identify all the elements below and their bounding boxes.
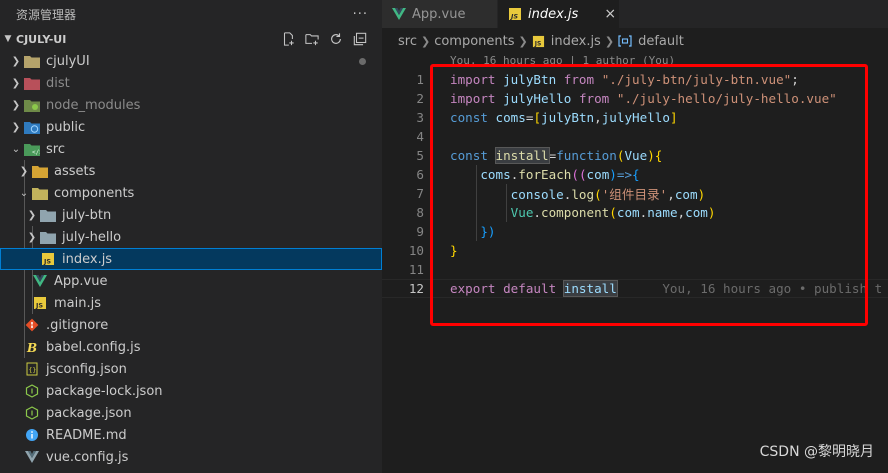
chevron-down-icon: ⌄ [19, 187, 29, 199]
vue-file-icon [392, 8, 406, 20]
vue-file-icon [32, 273, 48, 289]
workspace-title: CJULY-UI [16, 32, 67, 46]
editor-tabs: App.vue JS index.js × [382, 0, 888, 28]
folder-src-icon: </> [24, 141, 40, 157]
chevron-right-icon: ❯ [604, 34, 615, 48]
tree-item-jsconfig[interactable]: {} jsconfig.json [0, 358, 382, 380]
folder-node-icon [24, 97, 40, 113]
chevron-right-icon: ❯ [518, 34, 528, 48]
breadcrumb-src[interactable]: src [398, 34, 417, 49]
tree-item-package-lock[interactable]: package-lock.json [0, 380, 382, 402]
tree-item-gitignore[interactable]: .gitignore [0, 314, 382, 336]
chevron-right-icon: ❯ [11, 77, 21, 89]
tree-item-readme[interactable]: README.md [0, 424, 382, 446]
js-file-icon: JS [532, 35, 545, 48]
tree-item-vue-config[interactable]: vue.config.js [0, 446, 382, 468]
js-file-icon: JS [508, 7, 522, 21]
new-folder-icon[interactable] [304, 31, 320, 47]
svg-text:{}: {} [29, 366, 37, 374]
explorer-header: 资源管理器 ··· [0, 0, 382, 28]
more-actions-icon[interactable]: ··· [353, 7, 368, 22]
js-file-icon: JS [40, 251, 56, 267]
chevron-right-icon: ❯ [420, 34, 431, 48]
watermark: CSDN @黎明晓月 [759, 444, 874, 460]
svg-text:JS: JS [509, 13, 518, 21]
tree-item-july-hello[interactable]: ❯ july-hello [0, 226, 382, 248]
tree-item-dist[interactable]: ❯ dist [0, 72, 382, 94]
tree-item-main-js[interactable]: JS main.js [0, 292, 382, 314]
breadcrumb: src ❯ components ❯ JS index.js ❯ default [382, 28, 888, 54]
tree-item-index-js[interactable]: JS index.js [0, 248, 382, 270]
tree-item-babel-config[interactable]: B babel.config.js [0, 336, 382, 358]
workspace-section-header[interactable]: ▼ CJULY-UI [0, 28, 382, 50]
svg-text:JS: JS [35, 302, 43, 310]
symbol-variable-icon [618, 35, 632, 47]
tree-item-components[interactable]: ⌄ components [0, 182, 382, 204]
explorer-title: 资源管理器 [16, 7, 77, 22]
chevron-down-icon: ▼ [4, 34, 12, 44]
tree-item-public[interactable]: ❯ public [0, 116, 382, 138]
svg-text:JS: JS [43, 258, 51, 266]
collapse-all-icon[interactable] [352, 31, 368, 47]
vue-config-file-icon [24, 449, 40, 465]
svg-text:B: B [26, 341, 37, 354]
breadcrumb-default[interactable]: default [638, 34, 684, 49]
folder-dist-icon [24, 75, 40, 91]
new-file-icon[interactable] [280, 31, 296, 47]
js-file-icon: JS [32, 295, 48, 311]
babel-file-icon: B [24, 339, 40, 355]
explorer-sidebar: 资源管理器 ··· ▼ CJULY-UI ❯ cjulyUI ❯ dist ❯ … [0, 0, 382, 473]
tree-item-assets[interactable]: ❯ assets [0, 160, 382, 182]
folder-public-icon [24, 119, 40, 135]
git-file-icon [24, 317, 40, 333]
chevron-right-icon: ❯ [11, 99, 21, 111]
info-file-icon [24, 427, 40, 443]
tree-item-package-json[interactable]: package.json [0, 402, 382, 424]
modified-dot-icon [359, 57, 366, 65]
chevron-down-icon: ⌄ [11, 143, 21, 155]
chevron-right-icon: ❯ [27, 231, 37, 243]
folder-components-icon [32, 185, 48, 201]
close-tab-icon[interactable]: × [604, 6, 616, 22]
tree-item-july-btn[interactable]: ❯ july-btn [0, 204, 382, 226]
breadcrumb-index-js[interactable]: index.js [551, 34, 601, 49]
json-file-icon: {} [24, 361, 40, 377]
highlight-box [430, 64, 868, 326]
editor-area: App.vue JS index.js × src ❯ components ❯… [382, 0, 888, 473]
breadcrumb-components[interactable]: components [434, 34, 514, 49]
folder-assets-icon [32, 163, 48, 179]
chevron-right-icon: ❯ [11, 55, 21, 67]
refresh-icon[interactable] [328, 31, 344, 47]
chevron-right-icon: ❯ [27, 209, 37, 221]
tree-item-app-vue[interactable]: App.vue [0, 270, 382, 292]
tree-item-cjulyui[interactable]: ❯ cjulyUI [0, 50, 382, 72]
chevron-right-icon: ❯ [19, 165, 29, 177]
folder-ui-icon [24, 53, 40, 69]
svg-text:</>: </> [32, 149, 40, 156]
svg-text:JS: JS [534, 40, 542, 47]
chevron-right-icon: ❯ [11, 121, 21, 133]
folder-icon [40, 207, 56, 223]
tree-item-src[interactable]: ⌄ </> src [0, 138, 382, 160]
tree-item-node-modules[interactable]: ❯ node_modules [0, 94, 382, 116]
npm-file-icon [24, 383, 40, 399]
tab-index-js[interactable]: JS index.js × [498, 0, 620, 28]
folder-icon [40, 229, 56, 245]
tab-app-vue[interactable]: App.vue [382, 0, 498, 28]
npm-file-icon [24, 405, 40, 421]
file-tree: ❯ cjulyUI ❯ dist ❯ node_modules ❯ public… [0, 50, 382, 468]
